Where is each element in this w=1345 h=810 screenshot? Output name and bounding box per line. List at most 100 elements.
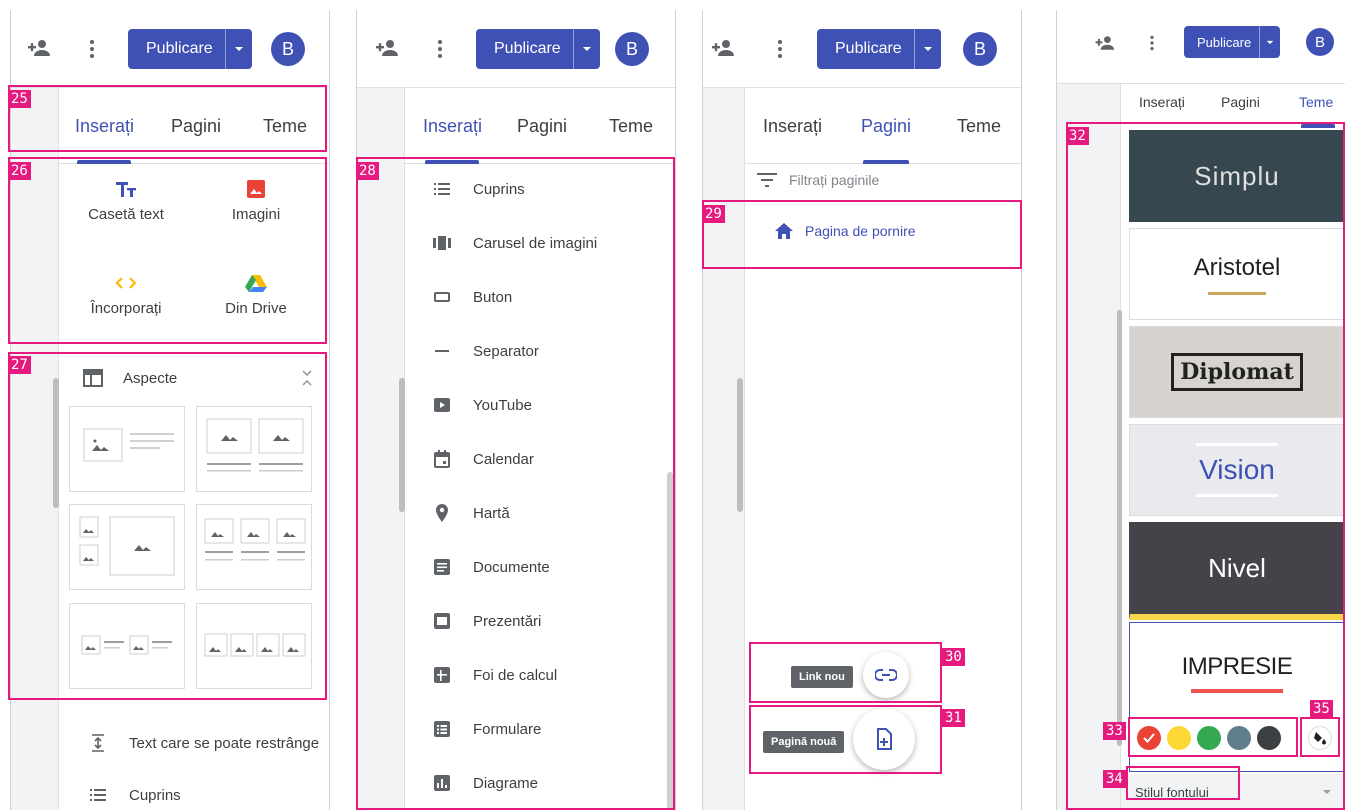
top-bar: Publicare B — [703, 10, 1021, 88]
list-item-charts[interactable]: Diagrame — [433, 756, 538, 810]
embed-label: Încorporați — [90, 300, 162, 317]
home-page-item[interactable]: Pagina de pornire — [775, 220, 1005, 242]
tab-insert[interactable]: Inserați — [423, 116, 482, 137]
tab-pages[interactable]: Pagini — [517, 116, 567, 137]
tab-themes[interactable]: Teme — [263, 116, 307, 137]
publish-dropdown-icon[interactable] — [574, 46, 600, 52]
layout-option[interactable] — [196, 603, 312, 689]
scrollbar-thumb[interactable] — [53, 378, 59, 508]
list-item-divider[interactable]: Separator — [433, 324, 539, 378]
custom-color-button[interactable] — [1308, 726, 1332, 750]
add-person-icon[interactable] — [709, 38, 735, 58]
publish-dropdown-icon[interactable] — [226, 46, 252, 52]
avatar[interactable]: B — [963, 32, 997, 66]
layout-option[interactable] — [196, 504, 312, 590]
color-swatch-green[interactable] — [1197, 726, 1221, 750]
more-options-icon[interactable] — [437, 39, 443, 59]
new-link-button[interactable] — [863, 652, 909, 698]
tab-indicator — [77, 160, 131, 164]
tab-themes[interactable]: Teme — [957, 116, 1001, 137]
new-page-button[interactable] — [853, 708, 915, 770]
embed-button[interactable]: Încorporați — [71, 274, 181, 317]
list-item-youtube[interactable]: YouTube — [433, 378, 532, 432]
tab-bar: Inserați Pagini Teme — [405, 88, 675, 164]
more-options-icon[interactable] — [89, 39, 95, 59]
images-button[interactable]: Imagini — [201, 180, 311, 223]
publish-button[interactable]: Publicare — [128, 29, 252, 69]
tab-insert[interactable]: Inserați — [1139, 94, 1185, 110]
collapsible-text-item[interactable]: Text care se poate restrânge — [89, 716, 319, 770]
list-item-slides[interactable]: Prezentări — [433, 594, 541, 648]
tab-insert[interactable]: Inserați — [763, 116, 822, 137]
collapse-icon[interactable] — [301, 370, 313, 386]
font-style-select[interactable]: Stilul fontului — [1121, 774, 1345, 810]
table-of-contents-item[interactable]: Cuprins — [89, 768, 181, 810]
tab-pages[interactable]: Pagini — [171, 116, 221, 137]
publish-button[interactable]: Publicare — [1184, 26, 1281, 58]
publish-button[interactable]: Publicare — [817, 29, 941, 69]
list-scrollbar-thumb[interactable] — [667, 472, 673, 810]
map-pin-icon — [436, 504, 448, 522]
list-item-forms[interactable]: Formulare — [433, 702, 541, 756]
side-gutter — [357, 88, 405, 810]
publish-dropdown-icon[interactable] — [1260, 40, 1280, 45]
layout-option[interactable] — [69, 504, 185, 590]
list-item-carousel[interactable]: Carusel de imagini — [433, 216, 597, 270]
filter-placeholder: Filtrați paginile — [789, 172, 880, 188]
avatar[interactable]: B — [615, 32, 649, 66]
color-swatch-slate[interactable] — [1227, 726, 1251, 750]
annotation-label: 31 — [942, 709, 965, 727]
color-swatch-yellow[interactable] — [1167, 726, 1191, 750]
collapsible-text-icon — [92, 734, 104, 752]
more-options-icon[interactable] — [777, 39, 783, 59]
from-drive-button[interactable]: Din Drive — [201, 274, 311, 317]
list-icon — [90, 789, 106, 801]
annotation-label: 26 — [8, 162, 31, 180]
layout-option[interactable] — [196, 406, 312, 492]
text-box-button[interactable]: Casetă text — [71, 180, 181, 223]
list-item-button[interactable]: Buton — [433, 270, 512, 324]
list-item-calendar[interactable]: Calendar — [433, 432, 534, 486]
color-swatch-dark[interactable] — [1257, 726, 1281, 750]
publish-button[interactable]: Publicare — [476, 29, 600, 69]
tab-pages[interactable]: Pagini — [861, 116, 911, 137]
filter-pages[interactable]: Filtrați paginile — [757, 166, 997, 194]
list-item-label: YouTube — [473, 396, 532, 414]
more-options-icon[interactable] — [1149, 35, 1155, 51]
tab-pages[interactable]: Pagini — [1221, 94, 1260, 110]
list-item-map[interactable]: Hartă — [433, 486, 510, 540]
color-swatch-red[interactable] — [1137, 726, 1161, 750]
avatar[interactable]: B — [1306, 28, 1334, 56]
add-person-icon[interactable] — [373, 38, 399, 58]
layout-option[interactable] — [69, 603, 185, 689]
tab-insert[interactable]: Inserați — [75, 116, 134, 137]
theme-diplomat[interactable]: Diplomat — [1129, 326, 1345, 418]
calendar-icon — [434, 450, 450, 468]
add-person-icon[interactable] — [25, 38, 51, 58]
tab-bar: Inserați Pagini Teme — [745, 88, 1021, 164]
add-person-icon[interactable] — [1093, 34, 1115, 52]
layout-option[interactable] — [69, 406, 185, 492]
tab-themes[interactable]: Teme — [609, 116, 653, 137]
list-item-docs[interactable]: Documente — [433, 540, 550, 594]
theme-aristotel[interactable]: Aristotel — [1129, 228, 1345, 320]
publish-dropdown-icon[interactable] — [915, 46, 941, 52]
scrollbar-thumb[interactable] — [1117, 310, 1122, 746]
scrollbar-thumb[interactable] — [737, 378, 743, 512]
images-label: Imagini — [231, 206, 281, 223]
tab-themes[interactable]: Teme — [1299, 94, 1333, 110]
image-icon — [247, 180, 265, 198]
theme-vision[interactable]: Vision — [1129, 424, 1345, 516]
list-item-sheets[interactable]: Foi de calcul — [433, 648, 557, 702]
list-item-toc[interactable]: Cuprins — [433, 162, 525, 216]
side-gutter — [1057, 84, 1121, 810]
docs-icon — [434, 559, 450, 575]
scrollbar-thumb[interactable] — [399, 378, 405, 512]
list-icon — [434, 183, 450, 195]
top-bar: Publicare B — [1057, 10, 1345, 84]
from-drive-label: Din Drive — [225, 300, 287, 317]
avatar[interactable]: B — [271, 32, 305, 66]
layouts-header[interactable]: Aspecte — [83, 366, 313, 390]
theme-nivel[interactable]: Nivel — [1129, 522, 1345, 620]
theme-simplu[interactable]: Simplu — [1129, 130, 1345, 222]
